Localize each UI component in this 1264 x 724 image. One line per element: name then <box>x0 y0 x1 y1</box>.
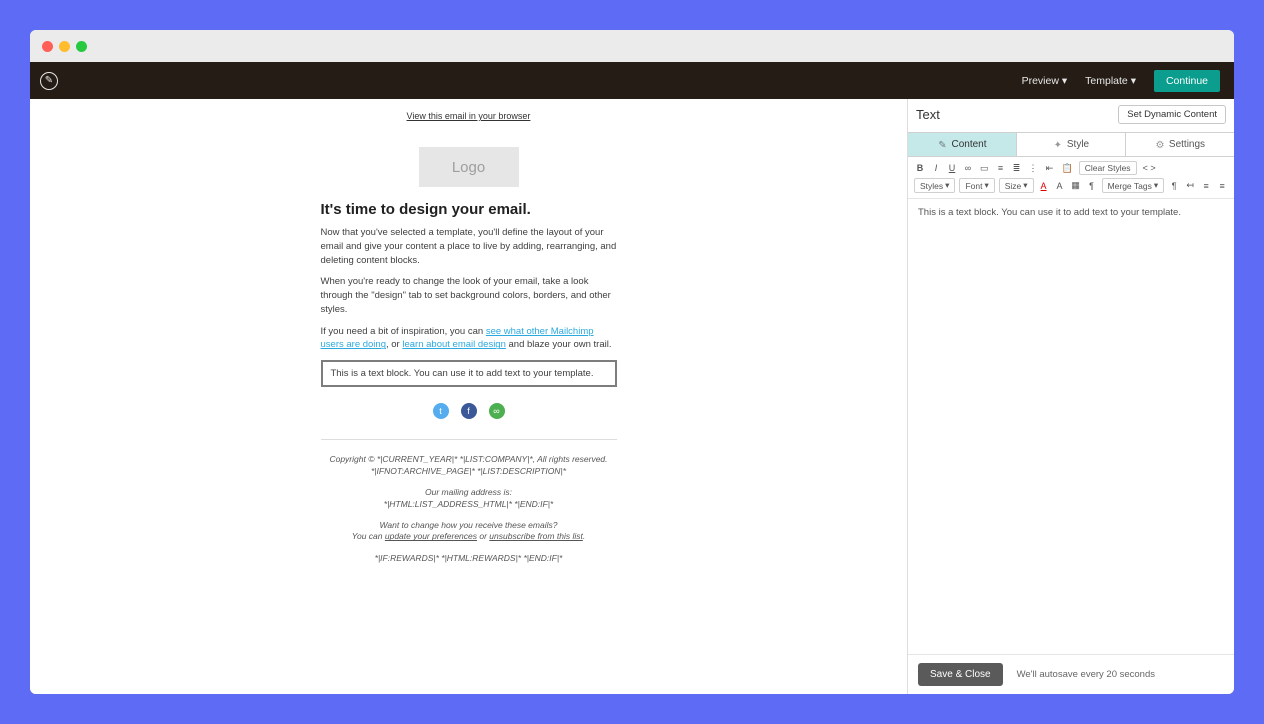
tab-style[interactable]: ✦ Style <box>1017 133 1126 156</box>
panel-footer: Save & Close We'll autosave every 20 sec… <box>908 654 1234 694</box>
email-paragraph-3[interactable]: If you need a bit of inspiration, you ca… <box>321 325 617 353</box>
text-direction-button[interactable]: ¶ <box>1086 179 1098 193</box>
size-dropdown[interactable]: Size ▾ <box>999 178 1034 193</box>
twitter-icon[interactable]: t <box>433 403 449 419</box>
unsubscribe-link[interactable]: unsubscribe from this list <box>489 531 583 541</box>
view-in-browser-link[interactable]: View this email in your browser <box>169 111 769 121</box>
save-close-button[interactable]: Save & Close <box>918 663 1003 686</box>
panel-tabs: ✎ Content ✦ Style ⚙ Settings <box>908 132 1234 157</box>
set-dynamic-content-button[interactable]: Set Dynamic Content <box>1118 105 1226 124</box>
italic-button[interactable]: I <box>930 161 942 175</box>
font-label: Font <box>965 181 982 191</box>
maximize-window-icon[interactable] <box>76 41 87 52</box>
app-topbar: ✎ Preview ▾ Template ▾ Continue <box>30 62 1234 99</box>
link-button[interactable]: ∞ <box>962 161 974 175</box>
browser-window: ✎ Preview ▾ Template ▾ Continue View thi… <box>30 30 1234 694</box>
p3-text: If you need a bit of inspiration, you ca… <box>321 326 486 337</box>
tab-content[interactable]: ✎ Content <box>908 133 1017 156</box>
rich-text-toolbar: B I U ∞ ▭ ≡ ≣ ⋮ ⇤ 📋 Clear Styles < > Sty… <box>908 157 1234 199</box>
footer-rewards: *|IF:REWARDS|* *|HTML:REWARDS|* *|END:IF… <box>375 553 563 563</box>
email-canvas[interactable]: View this email in your browser Logo It'… <box>30 99 908 694</box>
outdent-button[interactable]: ↤ <box>1184 179 1196 193</box>
paste-button[interactable]: 📋 <box>1060 161 1075 175</box>
font-dropdown[interactable]: Font ▾ <box>959 178 994 193</box>
email-card: Logo It's time to design your email. Now… <box>169 131 769 604</box>
p3-text: and blaze your own trail. <box>506 339 612 350</box>
template-label: Template <box>1085 75 1128 87</box>
p3-text: , or <box>386 339 402 350</box>
footer-or: or <box>477 531 489 541</box>
footer-want: Want to change how you receive these ema… <box>380 520 558 530</box>
footer-addr-value: *|HTML:LIST_ADDRESS_HTML|* *|END:IF|* <box>384 499 553 509</box>
underline-button[interactable]: U <box>946 161 958 175</box>
align-left-button[interactable]: ≡ <box>1200 179 1212 193</box>
panel-title: Text <box>916 107 940 122</box>
email-paragraph-2[interactable]: When you're ready to change the look of … <box>321 275 617 316</box>
minimize-window-icon[interactable] <box>59 41 70 52</box>
tab-settings-label: Settings <box>1169 139 1205 150</box>
paintbrush-icon: ✦ <box>1053 140 1063 150</box>
autosave-notice: We'll autosave every 20 seconds <box>1017 669 1155 680</box>
email-footer[interactable]: Copyright © *|CURRENT_YEAR|* *|LIST:COMP… <box>321 454 617 564</box>
preview-label: Preview <box>1022 75 1059 87</box>
footer-copyright: Copyright © *|CURRENT_YEAR|* *|LIST:COMP… <box>329 454 607 464</box>
image-button[interactable]: ▭ <box>978 161 991 175</box>
ordered-list-button[interactable]: ≣ <box>1011 161 1023 175</box>
social-row: t f ∞ <box>321 403 617 419</box>
merge-tags-dropdown[interactable]: Merge Tags ▾ <box>1102 178 1165 193</box>
preview-menu[interactable]: Preview ▾ <box>1022 75 1068 87</box>
styles-dropdown[interactable]: Styles ▾ <box>914 178 955 193</box>
footer-period: . <box>583 531 585 541</box>
update-preferences-link[interactable]: update your preferences <box>385 531 477 541</box>
footer-archive: *|IFNOT:ARCHIVE_PAGE|* *|LIST:DESCRIPTIO… <box>371 466 566 476</box>
editor-panel: Text Set Dynamic Content ✎ Content ✦ Sty… <box>908 99 1234 694</box>
window-titlebar <box>30 30 1234 62</box>
template-menu[interactable]: Template ▾ <box>1085 75 1136 87</box>
footer-can: You can <box>352 531 385 541</box>
continue-button[interactable]: Continue <box>1154 70 1220 92</box>
font-color-button[interactable]: A <box>1038 179 1050 193</box>
clear-styles-button[interactable]: Clear Styles <box>1079 161 1137 175</box>
bold-button[interactable]: B <box>914 161 926 175</box>
table-button[interactable]: ▦ <box>1070 179 1082 193</box>
align-button[interactable]: ≡ <box>995 161 1007 175</box>
tab-content-label: Content <box>951 139 986 150</box>
facebook-icon[interactable]: f <box>461 403 477 419</box>
logo-placeholder[interactable]: Logo <box>419 147 519 187</box>
close-window-icon[interactable] <box>42 41 53 52</box>
footer-divider <box>321 439 617 440</box>
styles-label: Styles <box>920 181 943 191</box>
align-center-button[interactable]: ≡ <box>1216 179 1228 193</box>
size-label: Size <box>1005 181 1022 191</box>
link-icon[interactable]: ∞ <box>489 403 505 419</box>
chevron-down-icon: ▾ <box>1131 75 1136 87</box>
text-editor[interactable]: This is a text block. You can use it to … <box>908 199 1234 654</box>
gear-icon: ⚙ <box>1155 140 1165 150</box>
pilcrow-button[interactable]: ¶ <box>1168 179 1180 193</box>
unordered-list-button[interactable]: ⋮ <box>1027 161 1040 175</box>
align-right-button[interactable]: ≡ <box>1232 179 1234 193</box>
email-headline[interactable]: It's time to design your email. <box>321 201 617 218</box>
mailchimp-logo-icon[interactable]: ✎ <box>40 72 58 90</box>
chevron-down-icon: ▾ <box>1062 75 1067 87</box>
tab-settings[interactable]: ⚙ Settings <box>1126 133 1234 156</box>
tab-style-label: Style <box>1067 139 1089 150</box>
email-design-link[interactable]: learn about email design <box>402 339 506 350</box>
workspace: View this email in your browser Logo It'… <box>30 99 1234 694</box>
source-code-button[interactable]: < > <box>1141 161 1158 175</box>
merge-label: Merge Tags <box>1108 181 1152 191</box>
footer-addr-label: Our mailing address is: <box>425 487 512 497</box>
email-paragraph-1[interactable]: Now that you've selected a template, you… <box>321 226 617 267</box>
indent-button[interactable]: ⇤ <box>1044 161 1056 175</box>
pencil-icon: ✎ <box>937 140 947 150</box>
background-color-button[interactable]: A <box>1054 179 1066 193</box>
selected-text-block[interactable]: This is a text block. You can use it to … <box>321 360 617 387</box>
